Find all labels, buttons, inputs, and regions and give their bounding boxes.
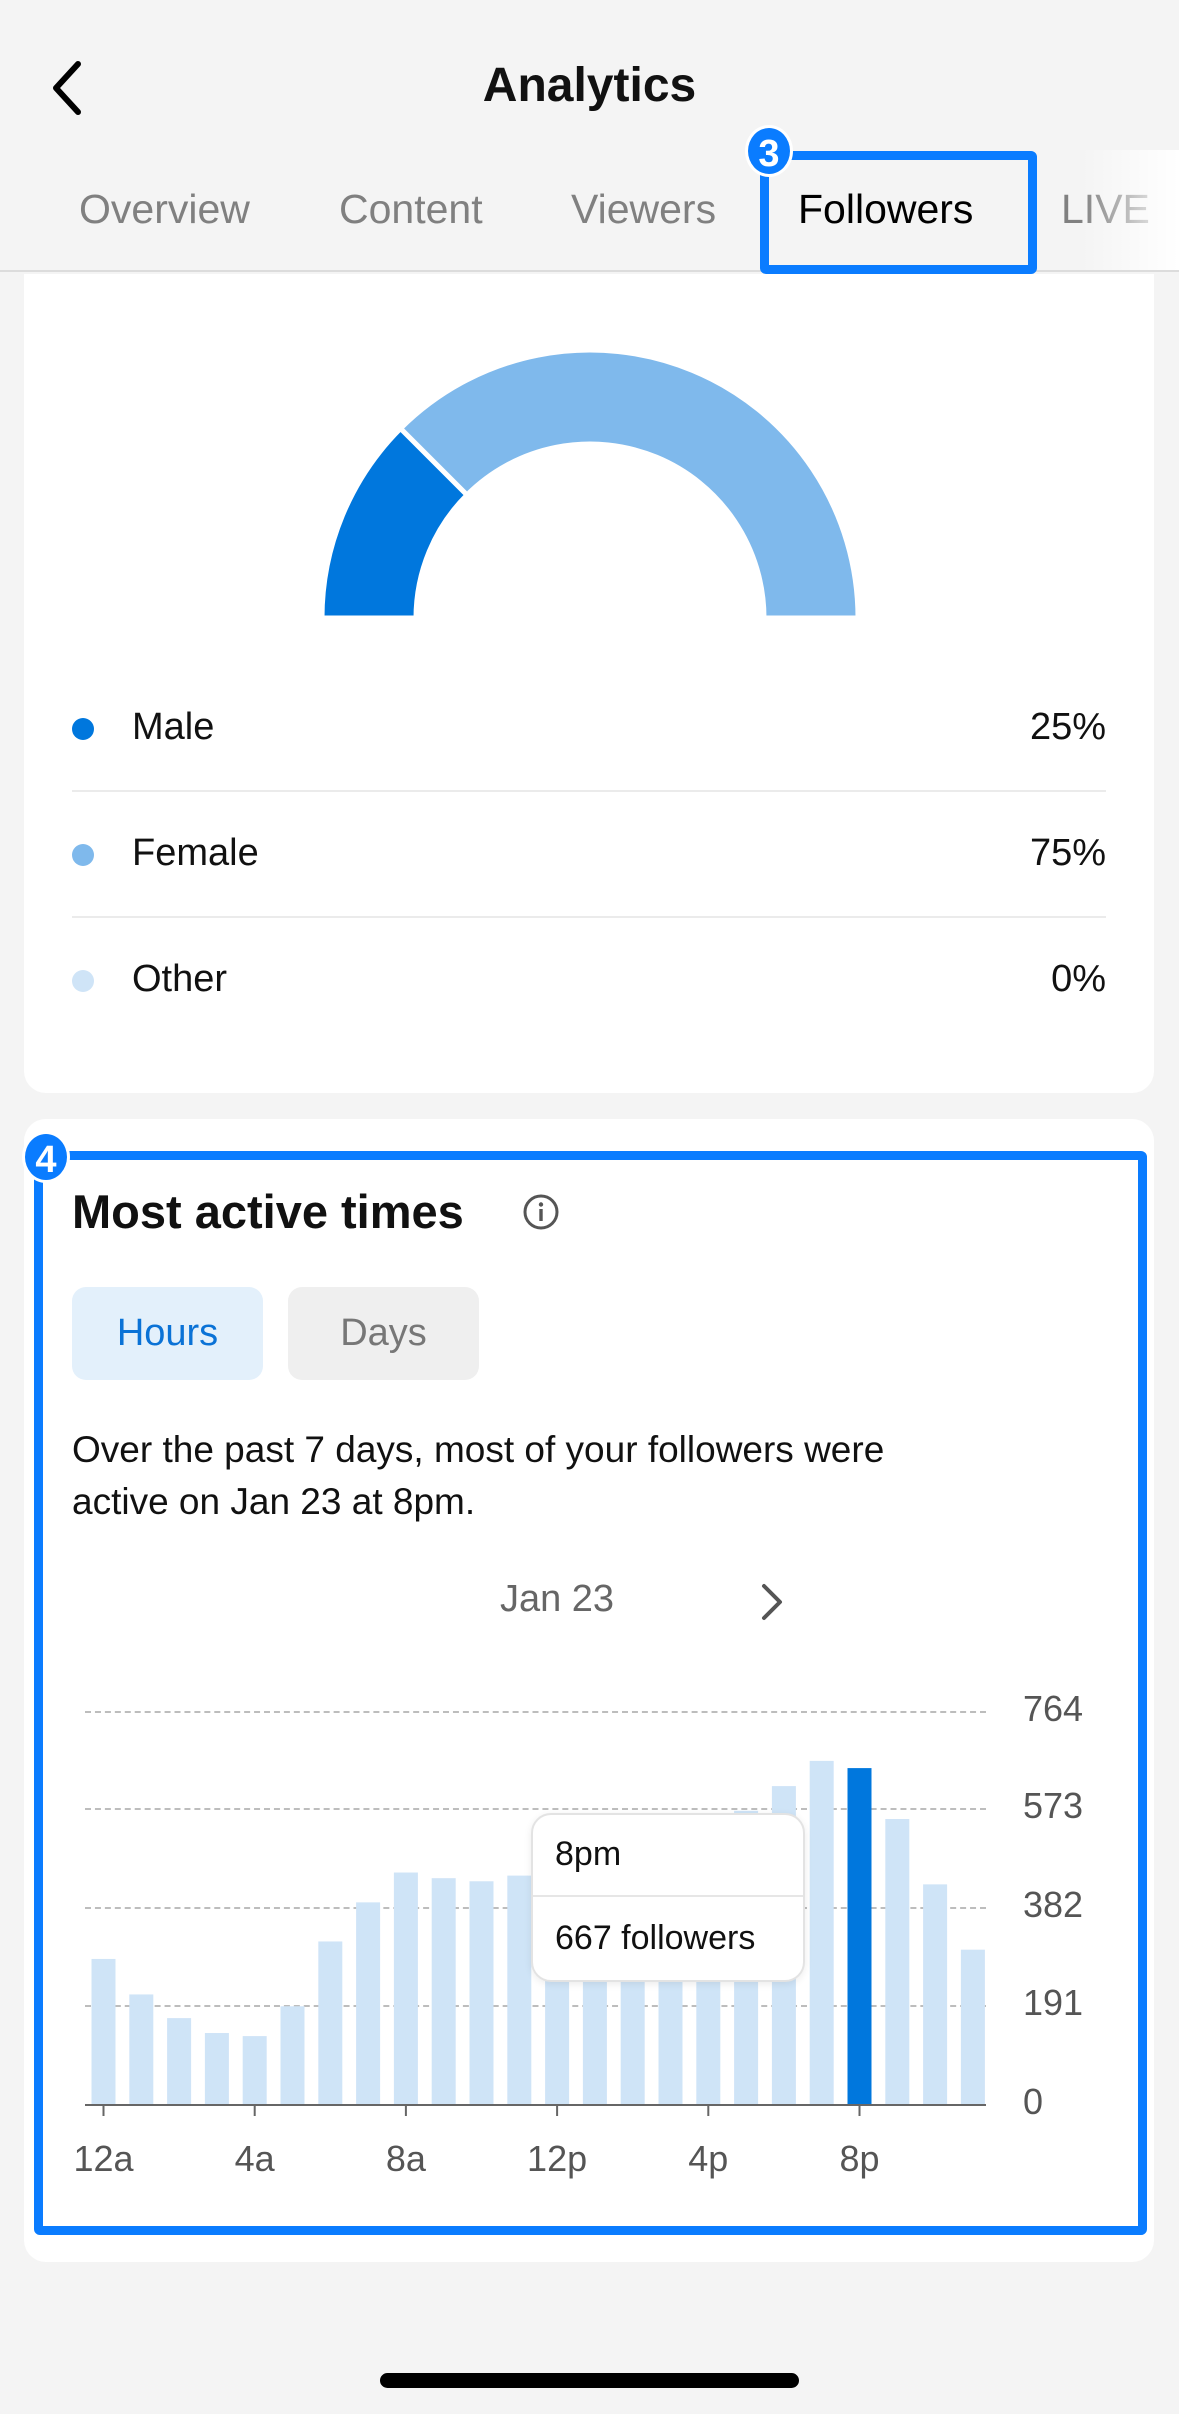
legend-value: 25% <box>1029 706 1106 748</box>
legend-label: Male <box>132 706 215 748</box>
legend-label: Other <box>132 958 228 1000</box>
tab-content[interactable]: Content <box>339 186 483 233</box>
annotation-box-4 <box>34 1151 1147 2235</box>
legend-dot <box>72 844 94 866</box>
annotation-box-3 <box>760 151 1037 274</box>
tab-viewers[interactable]: Viewers <box>571 186 716 233</box>
legend-value: 75% <box>1029 832 1106 874</box>
legend-dot <box>72 970 94 992</box>
annotation-badge-4: 4 <box>22 1131 70 1183</box>
legend-dot <box>72 718 94 740</box>
legend-item-other: Other 0% <box>72 918 1106 1044</box>
tab-overview[interactable]: Overview <box>79 186 250 233</box>
legend-item-female: Female 75% <box>72 792 1106 918</box>
legend-item-male: Male 25% <box>72 666 1106 792</box>
legend-value: 0% <box>1051 958 1106 1000</box>
donut-segment-female <box>396 347 861 621</box>
gender-donut-chart <box>319 347 861 621</box>
annotation-badge-3: 3 <box>745 125 793 177</box>
home-indicator <box>380 2373 799 2388</box>
legend-label: Female <box>132 832 259 874</box>
tab-fade <box>1080 150 1179 270</box>
page-title: Analytics <box>482 59 697 112</box>
